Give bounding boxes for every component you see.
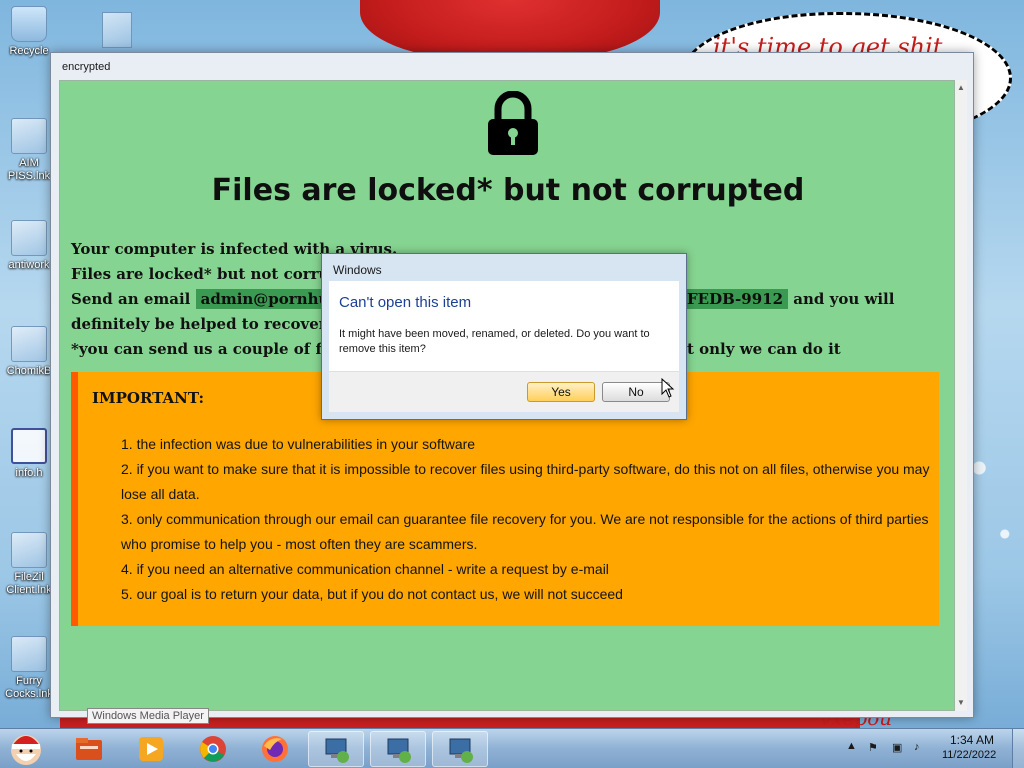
desktop-shortcut-icon[interactable] <box>102 12 132 48</box>
aim-piss-label: AIM PISS.lnk <box>7 157 51 182</box>
important-title: IMPORTANT: <box>92 389 205 407</box>
lock-icon <box>488 91 538 155</box>
dialog-footer: Yes No <box>329 371 679 412</box>
antiwork-label: antiwork <box>8 259 50 271</box>
dialog-body: Can't open this item It might have been … <box>329 281 679 371</box>
show-hidden-icons-icon[interactable]: ▲ <box>846 740 857 752</box>
clock-time[interactable]: 1:34 AM <box>950 733 994 747</box>
id-code-highlight[interactable]: FEDB-9912 <box>682 289 789 309</box>
important-item: 5. our goal is to return your data, but … <box>121 586 623 602</box>
vm-taskbar-button-2[interactable] <box>370 731 426 767</box>
vertical-scrollbar[interactable]: ▲ ▼ <box>955 80 967 711</box>
info-file-icon[interactable]: info.h <box>2 428 56 480</box>
file-manager-icon <box>76 738 102 760</box>
firefox-icon <box>262 736 288 762</box>
chrome-icon <box>200 736 226 762</box>
scroll-up-arrow-icon[interactable]: ▲ <box>956 82 966 94</box>
santa-hat-background <box>360 0 660 60</box>
furry-cocks-label: Furry Cocks.lnk <box>5 675 53 700</box>
important-item: 2. if you want to make sure that it is i… <box>121 461 930 502</box>
system-tray: ▲ ⚑ ▣ ♪ 1:34 AM 11/22/2022 <box>842 729 1024 768</box>
dialog-title: Windows <box>333 263 382 277</box>
no-button[interactable]: No <box>602 382 670 402</box>
network-icon[interactable]: ▣ <box>892 741 902 754</box>
filezilla-label: FileZil Client.lnk <box>6 571 52 596</box>
recycle-bin-label: Recycle <box>9 45 49 57</box>
file-manager-taskbar-button[interactable] <box>60 731 116 767</box>
scroll-down-arrow-icon[interactable]: ▼ <box>956 697 966 709</box>
send-files-text: *you can send us a couple of files <box>71 340 351 358</box>
window-glyph-icon <box>11 428 47 464</box>
start-button[interactable] <box>6 730 46 768</box>
shortcut-glyph-icon <box>11 636 47 672</box>
shortcut-glyph-icon <box>11 118 47 154</box>
vm-taskbar-button-1[interactable] <box>308 731 364 767</box>
shortcut-glyph-icon <box>11 220 47 256</box>
taskbar: ▲ ⚑ ▣ ♪ 1:34 AM 11/22/2022 <box>0 728 1024 768</box>
cant-open-dialog: Windows Can't open this item It might ha… <box>321 253 687 420</box>
taskbar-tooltip: Windows Media Player <box>87 708 209 724</box>
shortcut-glyph-icon <box>11 326 47 362</box>
important-item: 4. if you need an alternative communicat… <box>121 561 609 577</box>
volume-icon[interactable]: ♪ <box>914 741 920 753</box>
window-title: encrypted <box>62 61 111 73</box>
dialog-message: It might have been moved, renamed, or de… <box>339 328 650 355</box>
firefox-taskbar-button[interactable] <box>246 731 302 767</box>
info-line-5-end: t only we can do it <box>687 340 841 358</box>
vm-icon <box>387 738 411 763</box>
headline: Files are locked* but not corrupted <box>211 173 805 208</box>
show-desktop-button[interactable] <box>1012 729 1024 768</box>
info-file-label: info.h <box>15 467 43 479</box>
chomikb-label: ChomikB <box>6 365 52 377</box>
action-center-flag-icon[interactable]: ⚑ <box>868 741 878 754</box>
santa-start-icon <box>11 735 41 765</box>
shortcut-glyph-icon <box>11 532 47 568</box>
clock-date[interactable]: 11/22/2022 <box>942 749 996 761</box>
antiwork-shortcut-icon[interactable]: antiwork <box>2 220 56 272</box>
filezilla-shortcut-icon[interactable]: FileZil Client.lnk <box>2 532 56 597</box>
chrome-taskbar-button[interactable] <box>184 731 240 767</box>
vm-icon <box>449 738 473 763</box>
chomikb-shortcut-icon[interactable]: ChomikB <box>2 326 56 378</box>
media-player-taskbar-button[interactable] <box>122 731 178 767</box>
aim-piss-shortcut-icon[interactable]: AIM PISS.lnk <box>2 118 56 183</box>
recycle-bin-glyph-icon <box>11 6 47 42</box>
media-player-icon <box>139 737 163 761</box>
yes-button[interactable]: Yes <box>527 382 595 402</box>
vm-icon <box>325 738 349 763</box>
important-list: 1. the infection was due to vulnerabilit… <box>121 432 936 607</box>
dialog-heading: Can't open this item <box>339 294 472 311</box>
send-email-text: Send an email <box>71 290 191 308</box>
important-item: 1. the infection was due to vulnerabilit… <box>121 436 476 452</box>
vm-taskbar-button-3[interactable] <box>432 731 488 767</box>
recycle-bin-icon[interactable]: Recycle <box>2 6 56 58</box>
important-item: 3. only communication through our email … <box>121 511 929 552</box>
after-code-text: and you will <box>793 290 895 308</box>
furry-cocks-shortcut-icon[interactable]: Furry Cocks.lnk <box>2 636 56 701</box>
mouse-cursor-icon <box>661 378 675 398</box>
